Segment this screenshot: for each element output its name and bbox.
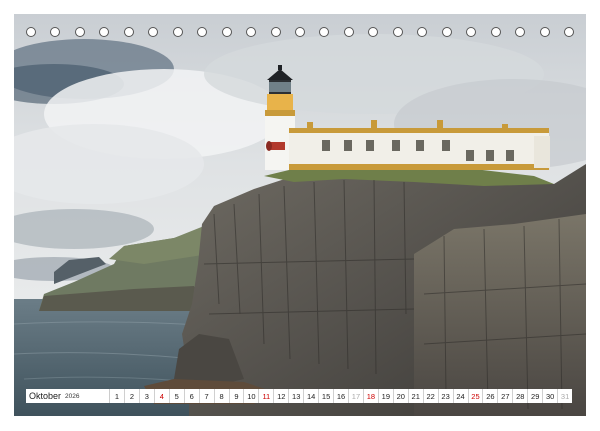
binding-hole bbox=[490, 27, 501, 37]
binding-hole bbox=[392, 27, 403, 37]
binding-hole bbox=[123, 27, 134, 37]
day-cell: 12 bbox=[274, 389, 290, 403]
binding-hole bbox=[343, 27, 354, 37]
day-cell: 13 bbox=[289, 389, 305, 403]
day-cell: 21 bbox=[409, 389, 424, 403]
binding-hole bbox=[50, 27, 61, 37]
binding-hole bbox=[515, 27, 526, 37]
month-name: Oktober bbox=[29, 391, 62, 401]
binding-hole bbox=[441, 27, 452, 37]
day-cell: 1 bbox=[110, 389, 125, 403]
day-cell: 23 bbox=[439, 389, 454, 403]
day-cell: 24 bbox=[454, 389, 469, 403]
day-cell: 25 bbox=[469, 389, 484, 403]
day-cell: 16 bbox=[334, 389, 349, 403]
day-cell: 31 bbox=[560, 391, 570, 401]
day-cell: 22 bbox=[424, 389, 439, 403]
day-cell: 17 bbox=[349, 389, 364, 403]
binding-hole bbox=[246, 27, 257, 37]
year-label: 2026 bbox=[65, 392, 80, 400]
day-cell: 2 bbox=[125, 389, 140, 403]
day-cell: 7 bbox=[200, 389, 215, 403]
binding-hole bbox=[197, 27, 208, 37]
binding-hole bbox=[221, 27, 232, 37]
lighthouse-photo bbox=[14, 14, 586, 416]
binding-holes bbox=[14, 14, 586, 50]
day-cell: 10 bbox=[244, 389, 260, 403]
day-cell: 5 bbox=[170, 389, 185, 403]
binding-hole bbox=[368, 27, 379, 37]
day-cells: 1 2 3 4 5 6 7 8 9 10 11 12 13 14 15 16 17 18 19 20 21 22 23 24 2… bbox=[110, 389, 572, 403]
day-cell: 20 bbox=[394, 389, 409, 403]
day-cell: 11 bbox=[259, 389, 275, 403]
month-label-box: Oktober 2026 bbox=[26, 389, 110, 403]
binding-hole bbox=[270, 27, 281, 37]
binding-hole bbox=[466, 27, 477, 37]
binding-hole bbox=[26, 27, 36, 37]
binding-hole bbox=[563, 27, 574, 37]
binding-hole bbox=[417, 27, 428, 37]
binding-hole bbox=[539, 27, 550, 37]
day-cell: 19 bbox=[379, 389, 394, 403]
day-cell: 29 bbox=[528, 389, 544, 403]
day-cell: 28 bbox=[513, 389, 529, 403]
day-cell: 27 bbox=[498, 389, 514, 403]
day-cell: 8 bbox=[215, 389, 230, 403]
day-cell: 26 bbox=[483, 389, 499, 403]
binding-hole bbox=[172, 27, 183, 37]
calendar-page: Oktober 2026 1 2 3 4 5 6 7 8 9 10 11 12 13 14 15 16 17 18… bbox=[14, 14, 586, 416]
calendar-strip: Oktober 2026 1 2 3 4 5 6 7 8 9 10 11 12 13 14 15 16 17 18… bbox=[26, 389, 572, 403]
day-cell: 15 bbox=[319, 389, 335, 403]
day-cell: 18 bbox=[364, 389, 379, 403]
binding-hole bbox=[294, 27, 305, 37]
binding-hole bbox=[99, 27, 110, 37]
day-cell: 3 bbox=[140, 389, 155, 403]
day-cell: 6 bbox=[185, 389, 200, 403]
binding-hole bbox=[74, 27, 85, 37]
binding-hole bbox=[319, 27, 330, 37]
day-cell: 30 bbox=[543, 389, 559, 403]
day-cell: 14 bbox=[304, 389, 320, 403]
day-cell: 9 bbox=[230, 389, 245, 403]
binding-hole bbox=[148, 27, 159, 37]
day-cell: 4 bbox=[155, 389, 170, 403]
